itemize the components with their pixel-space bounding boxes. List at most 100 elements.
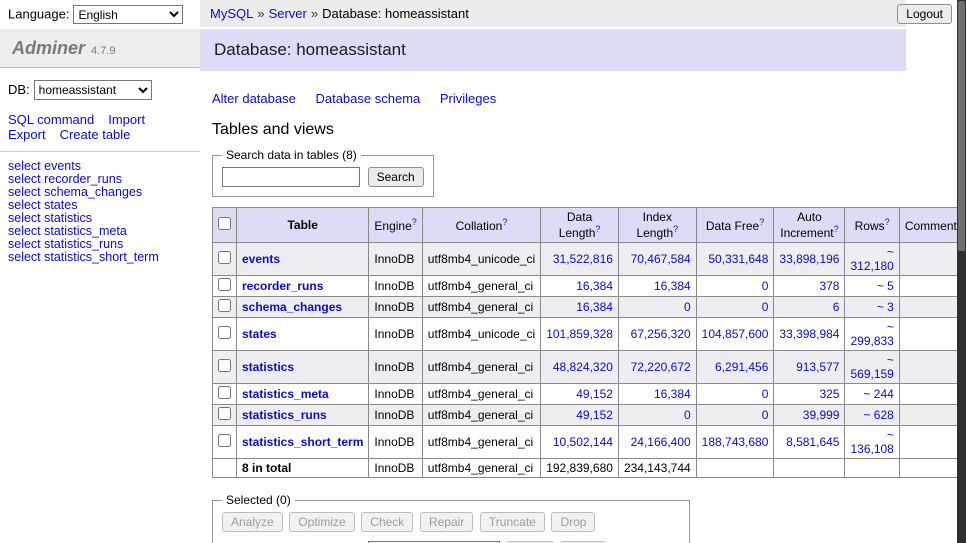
index-length-link[interactable]: 0 bbox=[684, 408, 691, 422]
auto-increment-link[interactable]: 325 bbox=[819, 387, 839, 401]
help-link[interactable]: ? bbox=[834, 224, 839, 234]
rows-count-link[interactable]: ~ 299,833 bbox=[850, 320, 893, 348]
row-checkbox[interactable] bbox=[218, 299, 231, 312]
index-length-link[interactable]: 24,166,400 bbox=[631, 435, 691, 449]
data-length-link[interactable]: 16,384 bbox=[576, 279, 613, 293]
row-checkbox[interactable] bbox=[218, 251, 231, 264]
data-free-link[interactable]: 50,331,648 bbox=[708, 252, 768, 266]
auto-increment-link[interactable]: 378 bbox=[819, 279, 839, 293]
index-length-link[interactable]: 72,220,672 bbox=[631, 360, 691, 374]
page-scrollbar[interactable] bbox=[957, 0, 966, 543]
index-length-link[interactable]: 0 bbox=[684, 300, 691, 314]
rows-count-link[interactable]: ~ 5 bbox=[877, 279, 894, 293]
index-length-link[interactable]: 67,256,320 bbox=[631, 327, 691, 341]
data-free-link[interactable]: 0 bbox=[762, 387, 769, 401]
help-link[interactable]: ? bbox=[595, 224, 600, 234]
rows-cell: ~ 244 bbox=[845, 384, 899, 405]
rows-count-link[interactable]: ~ 569,159 bbox=[850, 353, 893, 381]
help-link[interactable]: ? bbox=[759, 217, 764, 227]
analyze-button[interactable]: Analyze bbox=[222, 512, 283, 532]
database-schema-link[interactable]: Database schema bbox=[315, 91, 420, 106]
sidebar-link-sql-command[interactable]: SQL command bbox=[8, 112, 94, 127]
data-free-link[interactable]: 0 bbox=[762, 408, 769, 422]
auto-increment-link[interactable]: 913,577 bbox=[796, 360, 839, 374]
rows-count-link[interactable]: ~ 136,108 bbox=[850, 428, 893, 456]
row-checkbox[interactable] bbox=[218, 278, 231, 291]
sidebar-link-export[interactable]: Export bbox=[8, 127, 46, 142]
row-checkbox[interactable] bbox=[218, 434, 231, 447]
auto-increment-link[interactable]: 39,999 bbox=[803, 408, 840, 422]
rows-count-link[interactable]: ~ 244 bbox=[863, 387, 893, 401]
db-select[interactable]: homeassistant bbox=[34, 80, 152, 100]
data-free-link[interactable]: 6,291,456 bbox=[715, 360, 768, 374]
breadcrumb-link-server[interactable]: Server bbox=[269, 6, 307, 21]
truncate-button[interactable]: Truncate bbox=[480, 512, 545, 532]
help-link[interactable]: ? bbox=[502, 217, 507, 227]
optimize-button[interactable]: Optimize bbox=[289, 512, 354, 532]
database-action-links: Alter database Database schema Privilege… bbox=[212, 91, 894, 106]
rows-count-link[interactable]: ~ 3 bbox=[877, 300, 894, 314]
data-free-link[interactable]: 0 bbox=[762, 279, 769, 293]
rows-count-link[interactable]: ~ 628 bbox=[863, 408, 893, 422]
index-length-link[interactable]: 16,384 bbox=[654, 279, 691, 293]
row-checkbox-cell bbox=[213, 318, 237, 351]
check-button[interactable]: Check bbox=[361, 512, 413, 532]
index-length-cell: 16,384 bbox=[618, 384, 696, 405]
scrollbar-thumb[interactable] bbox=[958, 1, 965, 251]
help-link[interactable]: ? bbox=[885, 217, 890, 227]
help-link[interactable]: ? bbox=[412, 217, 417, 227]
auto-increment-link[interactable]: 6 bbox=[833, 300, 840, 314]
app-name-link[interactable]: Adminer bbox=[12, 38, 85, 58]
sidebar-link-import[interactable]: Import bbox=[108, 112, 145, 127]
data-length-link[interactable]: 49,152 bbox=[576, 387, 613, 401]
sidebar-link-create-table[interactable]: Create table bbox=[60, 127, 131, 142]
table-name-link[interactable]: statistics bbox=[242, 360, 294, 374]
table-name-link[interactable]: events bbox=[242, 252, 280, 266]
privileges-link[interactable]: Privileges bbox=[440, 91, 496, 106]
language-label: Language: bbox=[8, 7, 69, 22]
data-free-link[interactable]: 188,743,680 bbox=[702, 435, 769, 449]
comment-cell bbox=[899, 426, 966, 459]
table-name-link[interactable]: states bbox=[242, 327, 277, 341]
engine-cell: InnoDB bbox=[369, 405, 422, 426]
row-checkbox-cell bbox=[213, 351, 237, 384]
table-name-link[interactable]: schema_changes bbox=[242, 300, 342, 314]
help-link[interactable]: ? bbox=[673, 224, 678, 234]
index-length-link[interactable]: 70,467,584 bbox=[631, 252, 691, 266]
data-length-link[interactable]: 48,824,320 bbox=[553, 360, 613, 374]
data-length-link[interactable]: 31,522,816 bbox=[553, 252, 613, 266]
data-length-link[interactable]: 101,859,328 bbox=[546, 327, 613, 341]
breadcrumb-link-mysql[interactable]: MySQL bbox=[210, 6, 253, 21]
index-length-link[interactable]: 16,384 bbox=[654, 387, 691, 401]
breadcrumb: MySQL»Server»Database: homeassistant bbox=[200, 0, 906, 27]
data-length-cell: 49,152 bbox=[541, 384, 619, 405]
drop-button[interactable]: Drop bbox=[551, 512, 595, 532]
table-name-link[interactable]: recorder_runs bbox=[242, 279, 323, 293]
language-select[interactable]: English bbox=[73, 5, 183, 24]
alter-database-link[interactable]: Alter database bbox=[212, 91, 296, 106]
data-free-link[interactable]: 0 bbox=[762, 300, 769, 314]
table-name-link[interactable]: statistics_runs bbox=[242, 408, 327, 422]
data-length-link[interactable]: 16,384 bbox=[576, 300, 613, 314]
search-button[interactable]: Search bbox=[368, 167, 424, 187]
auto-increment-link[interactable]: 33,398,984 bbox=[779, 327, 839, 341]
col-header-collation: Collation? bbox=[422, 208, 540, 243]
select-all-checkbox[interactable] bbox=[218, 217, 231, 230]
auto-increment-link[interactable]: 33,898,196 bbox=[779, 252, 839, 266]
logout-button[interactable]: Logout bbox=[897, 4, 952, 24]
table-name-link[interactable]: statistics_meta bbox=[242, 387, 329, 401]
search-input[interactable] bbox=[222, 167, 360, 187]
repair-button[interactable]: Repair bbox=[420, 512, 473, 532]
rows-count-link[interactable]: ~ 312,180 bbox=[850, 245, 893, 273]
sidebar-item-select-statistics-short-term[interactable]: select statistics_short_term bbox=[8, 251, 192, 264]
row-checkbox[interactable] bbox=[218, 386, 231, 399]
row-checkbox[interactable] bbox=[218, 359, 231, 372]
auto-increment-link[interactable]: 8,581,645 bbox=[786, 435, 839, 449]
data-length-link[interactable]: 49,152 bbox=[576, 408, 613, 422]
table-name-link[interactable]: statistics_short_term bbox=[242, 435, 363, 449]
table-row: schema_changes InnoDB utf8mb4_general_ci… bbox=[213, 297, 966, 318]
row-checkbox[interactable] bbox=[218, 407, 231, 420]
row-checkbox[interactable] bbox=[218, 326, 231, 339]
data-free-link[interactable]: 104,857,600 bbox=[702, 327, 769, 341]
data-length-link[interactable]: 10,502,144 bbox=[553, 435, 613, 449]
